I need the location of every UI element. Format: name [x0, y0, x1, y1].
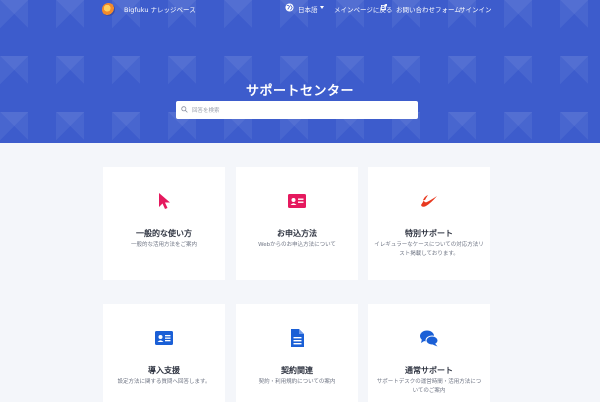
category-card-special-support[interactable]: 特別サポート イレギュラーなケースについての対応方法リスト掲載しております。: [368, 167, 490, 280]
id-card-icon: [288, 194, 306, 208]
search-icon: [181, 106, 188, 113]
chevron-down-icon[interactable]: [320, 6, 324, 9]
category-card-contract[interactable]: 契約関連 契約・利用規約についての案内: [236, 304, 358, 402]
hero-banner: [0, 0, 600, 143]
contact-form-link[interactable]: お問い合わせフォーム: [396, 4, 461, 14]
category-card-onboarding-support[interactable]: 導入支援 設定方法に関する質問へ回答します。: [103, 304, 225, 402]
sign-in-link[interactable]: サインイン: [459, 4, 492, 14]
page-title: サポートセンター: [245, 84, 354, 99]
card-description: イレギュラーなケースについての対応方法リスト掲載しております。: [374, 242, 484, 257]
card-description: サポートデスクの運営時間・活用方法についてのご案内: [376, 379, 482, 394]
card-title: 特別サポート: [405, 229, 453, 238]
search-placeholder: 回答を検索: [192, 108, 220, 114]
chat-bubbles-icon: [420, 330, 439, 347]
external-link-icon[interactable]: [381, 4, 387, 10]
category-card-application-method[interactable]: お申込方法 Webからのお申込方法について: [236, 167, 358, 280]
category-card-general-usage[interactable]: 一般的な使い方 一般的な活用方法をご案内: [103, 167, 225, 280]
profile-card-icon: [155, 331, 173, 345]
category-card-regular-support[interactable]: 通常サポート サポートデスクの運営時間・活用方法についてのご案内: [368, 304, 490, 402]
document-icon: [291, 329, 304, 347]
card-description: 設定方法に関する質問へ回答します。: [117, 379, 211, 385]
card-title: 契約関連: [281, 366, 313, 375]
card-description: 一般的な活用方法をご案内: [130, 242, 197, 248]
cursor-icon: [159, 193, 170, 209]
brand-logo[interactable]: [102, 3, 115, 16]
top-navigation: Bigfuku ナレッジベース 日本語 メインページに戻る お問い合わせフォーム…: [0, 0, 600, 18]
card-title: 一般的な使い方: [136, 229, 192, 238]
card-title: 導入支援: [148, 366, 180, 375]
globe-icon[interactable]: [285, 3, 294, 12]
language-selector[interactable]: 日本語: [298, 4, 318, 14]
card-description: Webからのお申込方法について: [258, 242, 336, 248]
brand-name[interactable]: Bigfuku ナレッジベース: [124, 4, 196, 14]
swoosh-icon: [421, 195, 437, 207]
card-title: お申込方法: [277, 229, 317, 238]
card-description: 契約・利用規約についての案内: [258, 379, 336, 385]
card-title: 通常サポート: [405, 366, 453, 375]
